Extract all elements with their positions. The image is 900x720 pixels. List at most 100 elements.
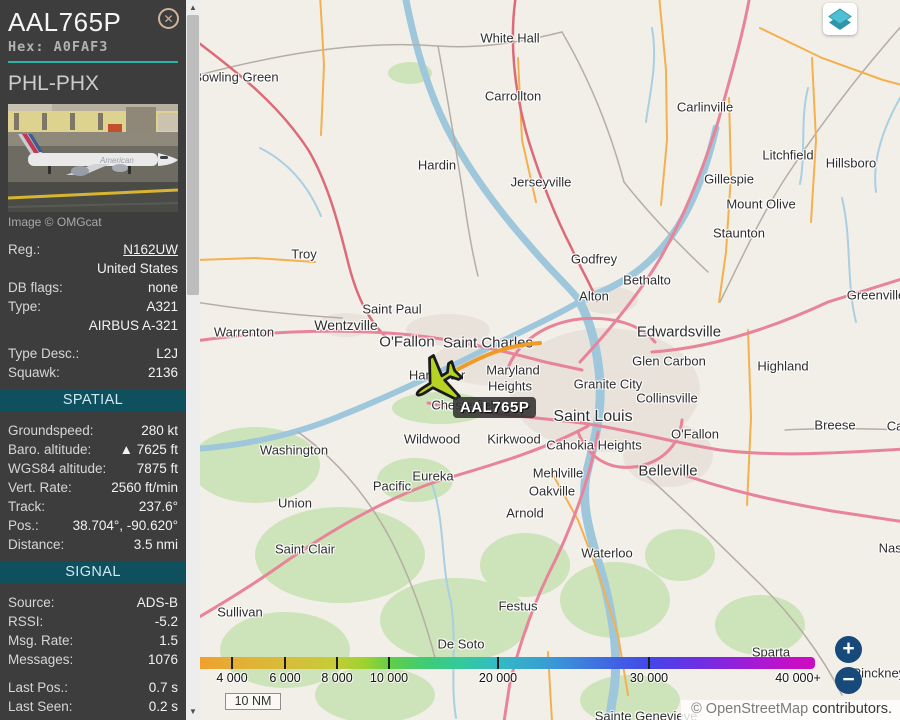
info-row: Last Seen: 0.2 s [0, 697, 186, 716]
info-row: Vert. Rate: 2560 ft/min [0, 478, 186, 497]
map-place-label: Warrenton [214, 325, 274, 340]
info-label: Last Pos.: [8, 680, 68, 695]
map-place-label: Maryland [486, 363, 539, 378]
map-place-label: Hillsboro [826, 156, 877, 171]
zoom-out-button[interactable]: − [835, 667, 862, 694]
info-row: Distance: 3.5 nmi [0, 535, 186, 554]
map-place-label: Oakville [529, 484, 575, 499]
info-value: 237.6° [139, 499, 178, 514]
map-place-label: Hardin [418, 158, 456, 173]
map-place-label: Carlyle [887, 419, 900, 434]
legend-tick-label: 8 000 [321, 671, 352, 685]
scroll-up-icon[interactable]: ▲ [186, 3, 200, 12]
info-value[interactable]: N162UW [123, 242, 178, 257]
info-value: 7875 ft [137, 461, 178, 476]
map-place-label: Bethalto [623, 273, 671, 288]
info-row: Groundspeed: 280 kt [0, 421, 186, 440]
map-place-label: Edwardsville [637, 324, 721, 341]
photo-credit: Image © OMGcat [0, 212, 186, 230]
map-canvas[interactable]: Bowling GreenWhite HallCarrolltonCarlinv… [200, 0, 900, 720]
close-icon[interactable]: ✕ [158, 8, 179, 29]
map-place-label: Belleville [638, 463, 697, 480]
map-place-label: Highland [757, 359, 808, 374]
section-signal: SIGNAL [0, 562, 186, 583]
map-place-label: Staunton [713, 226, 765, 241]
map-place-label: Wentzville [314, 317, 378, 333]
map-place-label: Jerseyville [511, 175, 572, 190]
info-label: Reg.: [8, 242, 40, 257]
info-label: Track: [8, 499, 45, 514]
legend-tick-label: 30 000 [630, 671, 668, 685]
map-place-label: Greenville [847, 288, 900, 303]
info-label: DB flags: [8, 280, 63, 295]
layers-button[interactable] [823, 3, 857, 35]
hex-value: A0FAF3 [54, 39, 109, 55]
info-value: 3.5 nmi [134, 537, 178, 552]
map-place-label: Cahokia Heights [546, 438, 641, 453]
scrollbar-thumb[interactable] [187, 15, 199, 295]
map-place-label: Collinsville [636, 391, 697, 406]
map-place-label: Festus [498, 599, 537, 614]
map-place-label: Carlinville [677, 100, 733, 115]
map-place-label: Alton [579, 289, 609, 304]
info-row: AIRBUS A-321 [0, 316, 186, 335]
aircraft-photo[interactable]: American [8, 104, 178, 212]
header-divider [8, 61, 178, 63]
info-row: Pos.: 38.704°, -90.620° [0, 516, 186, 535]
info-value: 2560 ft/min [111, 480, 178, 495]
map-place-label: Godfrey [571, 252, 617, 267]
map-place-label: Heights [488, 379, 532, 394]
info-value: 0.7 s [149, 680, 178, 695]
info-row: Reg.: N162UW [0, 240, 186, 259]
info-row: Squawk: 2136 [0, 363, 186, 382]
info-row: Last Pos.: 0.7 s [0, 678, 186, 697]
map-place-label: Granite City [574, 377, 643, 392]
map-attribution: © OpenStreetMap contributors. [681, 700, 900, 720]
flight-tracker-app: AAL765P ✕ Hex: A0FAF3 PHL-PHX [0, 0, 900, 720]
map-place-label: De Soto [438, 637, 485, 652]
map-place-label: Mehlville [533, 466, 584, 481]
signal-rows: Source: ADS-B RSSI: -5.2 Msg. Rate: 1.5 … [0, 593, 186, 716]
info-row: DB flags: none [0, 278, 186, 297]
map-place-label: Pacific [373, 479, 411, 494]
osm-attribution-link[interactable]: © OpenStreetMap [691, 701, 808, 717]
legend-tick-label: 6 000 [269, 671, 300, 685]
map-place-label: Bowling Green [200, 70, 279, 85]
map-place-label: Saint Paul [362, 302, 421, 317]
info-label: WGS84 altitude: [8, 461, 106, 476]
sidebar-scrollbar[interactable]: ▲ ▼ [186, 0, 200, 720]
map-place-label: Eureka [412, 469, 453, 484]
map-scale: 10 NM [225, 693, 281, 710]
scroll-down-icon[interactable]: ▼ [186, 707, 200, 716]
info-value: 1.5 [159, 633, 178, 648]
aircraft-map-label[interactable]: AAL765P [453, 397, 536, 418]
altitude-gradient-bar [200, 657, 815, 669]
info-label: Messages: [8, 652, 73, 667]
aircraft-info-content: AAL765P ✕ Hex: A0FAF3 PHL-PHX [0, 0, 186, 720]
legend-tick-mark [336, 657, 338, 669]
map-place-label: Mount Olive [726, 197, 795, 212]
map-place-label: Glen Carbon [632, 354, 706, 369]
info-label: Msg. Rate: [8, 633, 73, 648]
aircraft-hex: Hex: A0FAF3 [8, 39, 178, 55]
map-place-label: Sparta [752, 645, 790, 660]
zoom-in-button[interactable]: + [835, 636, 862, 663]
hex-label: Hex: [8, 39, 45, 55]
info-row: Source: ADS-B [0, 593, 186, 612]
info-row: WGS84 altitude: 7875 ft [0, 459, 186, 478]
map-place-label: Saint Clair [275, 542, 335, 557]
info-label: Distance: [8, 537, 64, 552]
legend-tick-mark [388, 657, 390, 669]
aircraft-info-rows: Reg.: N162UW United States DB flags: non… [0, 240, 186, 382]
map-place-label: O'Fallon [671, 427, 719, 442]
info-value: 38.704°, -90.620° [73, 518, 178, 533]
info-value: none [148, 280, 178, 295]
info-label: Groundspeed: [8, 423, 94, 438]
legend-tick-mark [497, 657, 499, 669]
layers-icon [829, 9, 851, 30]
legend-tick-label: 4 000 [216, 671, 247, 685]
info-value: ADS-B [137, 595, 178, 610]
info-value: United States [97, 261, 178, 276]
map-place-label: Litchfield [762, 148, 813, 163]
svg-text:American: American [99, 156, 134, 165]
